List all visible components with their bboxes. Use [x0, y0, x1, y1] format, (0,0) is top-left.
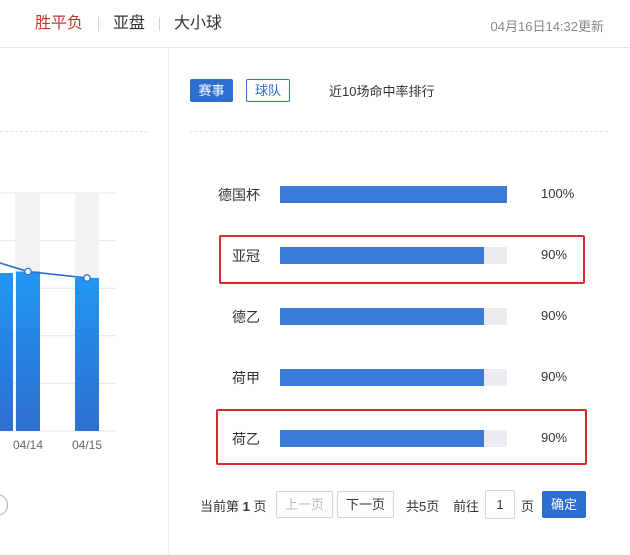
ranking-bar-fill	[280, 369, 485, 386]
top-tab-bar: 胜平负 亚盘 大小球 04月16日14:32更新	[0, 0, 630, 48]
tab-over-under[interactable]: 大小球	[174, 14, 222, 34]
tab-win-draw-lose[interactable]: 胜平负	[35, 14, 83, 34]
ranking-bar-track	[280, 247, 507, 264]
ranking-bar-track	[280, 369, 507, 386]
ranking-row-label: 德乙	[232, 309, 260, 325]
chart-x-tick-label: 04/15	[72, 438, 102, 452]
ranking-row-label: 亚冠	[232, 248, 260, 264]
ranking-bar-fill	[280, 186, 507, 203]
ranking-row-percent: 100%	[541, 186, 575, 201]
ranking-row-percent: 90%	[541, 430, 568, 445]
ranking-bar-fill	[280, 430, 485, 447]
trend-chart: 04/14 04/15	[0, 48, 168, 555]
chart-trend-line	[0, 262, 88, 279]
prev-page-button[interactable]: 上一页	[276, 491, 333, 518]
current-page-suffix: 页	[253, 499, 267, 514]
ranking-row-label: 荷乙	[232, 431, 260, 447]
total-pages: 共5页	[406, 499, 440, 514]
next-page-button[interactable]: 下一页	[337, 491, 394, 518]
ranking-bar-track	[280, 186, 507, 203]
ranking-bar-track	[280, 430, 507, 447]
page-unit-label: 页	[521, 499, 535, 514]
ranking-bar-fill	[280, 247, 485, 264]
chart-bar	[0, 273, 13, 431]
ranking-row-label: 德国杯	[218, 187, 260, 203]
ranking-divider	[190, 131, 608, 132]
current-page-prefix: 当前第	[200, 499, 240, 514]
ranking-row-label: 荷甲	[232, 370, 260, 386]
confirm-button[interactable]: 确定	[542, 491, 586, 518]
panel-divider	[168, 48, 169, 555]
ranking-bar-track	[280, 308, 507, 325]
chart-svg: 04/14 04/15	[0, 192, 116, 452]
ranking-bar-fill	[280, 308, 485, 325]
tab-separator	[159, 17, 160, 31]
event-filter-button[interactable]: 赛事	[190, 79, 233, 102]
current-page-number: 1	[242, 499, 250, 514]
goto-label: 前往	[453, 499, 480, 514]
update-time: 04月16日14:32更新	[490, 19, 604, 34]
ranking-row-percent: 90%	[541, 247, 568, 262]
chart-bar	[75, 277, 99, 431]
ranking-row-percent: 90%	[541, 308, 568, 323]
team-filter-button[interactable]: 球队	[246, 79, 290, 102]
chart-point	[83, 274, 91, 282]
tab-asian-handicap[interactable]: 亚盘	[113, 14, 145, 34]
chart-point	[24, 267, 32, 276]
tab-separator	[98, 17, 99, 31]
chart-bar	[16, 271, 40, 431]
current-page-indicator: 当前第 1 页	[200, 496, 267, 515]
ranking-title: 近10场命中率排行	[329, 84, 435, 99]
page-number-input[interactable]	[485, 490, 515, 519]
ranking-row-percent: 90%	[541, 369, 568, 384]
chart-x-tick-label: 04/14	[13, 438, 43, 452]
